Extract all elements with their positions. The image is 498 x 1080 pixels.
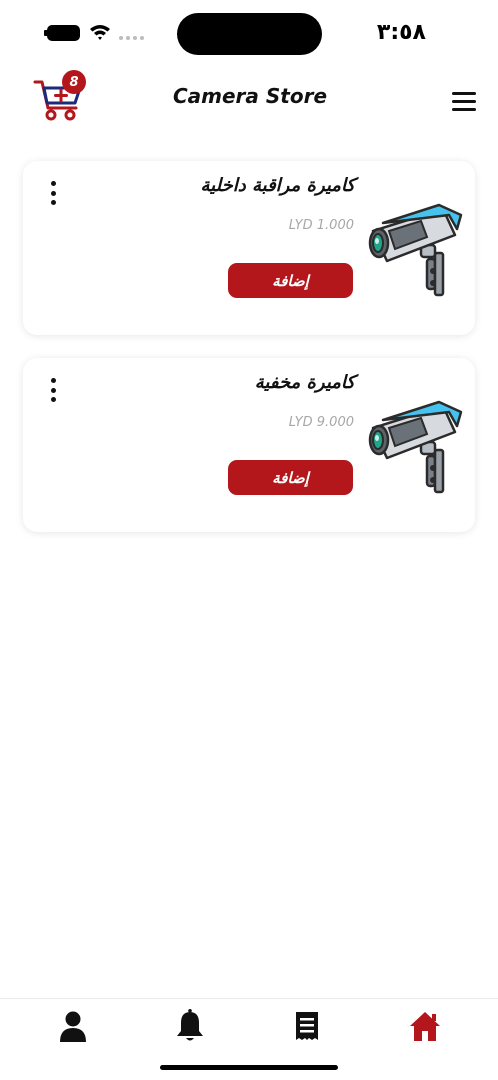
security-camera-icon <box>368 203 463 297</box>
status-bar: ٣:٥٨ <box>0 0 498 64</box>
add-to-cart-button[interactable]: إضافة <box>228 460 353 495</box>
battery-icon <box>44 25 80 41</box>
signal-icon <box>119 36 144 40</box>
product-price: LYD 1.000 <box>288 218 354 233</box>
more-options-icon[interactable] <box>51 378 59 402</box>
product-name: كاميرة مراقبة داخلية <box>200 175 355 196</box>
wifi-icon <box>90 25 110 40</box>
home-icon[interactable] <box>408 1009 442 1043</box>
security-camera-icon <box>368 400 463 494</box>
receipt-icon[interactable] <box>290 1009 324 1043</box>
add-to-cart-button[interactable]: إضافة <box>228 263 353 298</box>
profile-icon[interactable] <box>56 1009 90 1043</box>
product-price: LYD 9.000 <box>288 415 354 430</box>
cart-count-badge: 8 <box>62 70 86 94</box>
status-time: ٣:٥٨ <box>376 20 426 45</box>
home-indicator <box>160 1065 338 1070</box>
product-list: كاميرة مراقبة داخلية LYD 1.000 إضافة كام… <box>23 161 475 555</box>
product-card[interactable]: كاميرة مراقبة داخلية LYD 1.000 إضافة <box>23 161 475 335</box>
more-options-icon[interactable] <box>51 181 59 205</box>
product-name: كاميرة مخفية <box>254 372 355 393</box>
dynamic-island <box>177 13 322 55</box>
product-card[interactable]: كاميرة مخفية LYD 9.000 إضافة <box>23 358 475 532</box>
hamburger-menu-icon[interactable] <box>452 92 478 112</box>
bell-icon[interactable] <box>173 1009 207 1043</box>
